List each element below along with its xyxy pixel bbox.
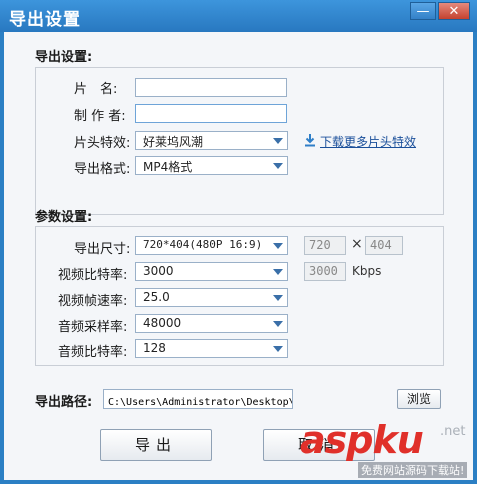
watermark-logo: aspku bbox=[300, 418, 424, 462]
samplerate-label: 音频采样率: bbox=[58, 320, 128, 335]
export-settings-window: 导出设置 — ✕ 导出设置: 片 名: 制 作 者: 片头特效: 好莱坞风潮 下… bbox=[0, 0, 477, 484]
samplerate-value: 48000 bbox=[143, 316, 182, 330]
chevron-down-icon bbox=[273, 295, 283, 301]
format-label: 导出格式: bbox=[74, 162, 131, 177]
video-bitrate-select[interactable]: 3000 bbox=[135, 262, 288, 281]
kbps-unit: Kbps bbox=[352, 264, 382, 278]
watermark-domain: .net bbox=[440, 424, 466, 439]
param-section-title: 参数设置: bbox=[35, 210, 93, 225]
format-value: MP4格式 bbox=[143, 160, 193, 174]
chevron-down-icon bbox=[273, 243, 283, 249]
audio-bitrate-value: 128 bbox=[143, 341, 166, 355]
chevron-down-icon bbox=[273, 346, 283, 352]
samplerate-select[interactable]: 48000 bbox=[135, 314, 288, 333]
framerate-select[interactable]: 25.0 bbox=[135, 288, 288, 307]
times-sign: × bbox=[351, 236, 363, 252]
size-select[interactable]: 720*404(480P 16:9) bbox=[135, 236, 288, 255]
title-bar[interactable]: 导出设置 — ✕ bbox=[0, 0, 477, 32]
piece-name-label: 片 名: bbox=[74, 82, 118, 97]
framerate-value: 25.0 bbox=[143, 290, 170, 304]
author-input[interactable] bbox=[135, 104, 287, 123]
video-bitrate-label: 视频比特率: bbox=[58, 268, 128, 283]
chevron-down-icon bbox=[273, 321, 283, 327]
export-section-title: 导出设置: bbox=[35, 50, 93, 65]
video-bitrate-value: 3000 bbox=[143, 264, 174, 278]
export-path-input[interactable]: C:\Users\Administrator\Desktop\爱剪辑-我的视 bbox=[103, 389, 293, 409]
piece-name-input[interactable] bbox=[135, 78, 287, 97]
export-path-label: 导出路径: bbox=[35, 395, 93, 410]
window-title: 导出设置 bbox=[9, 10, 81, 30]
minimize-button[interactable]: — bbox=[410, 2, 436, 20]
intro-effect-select[interactable]: 好莱坞风潮 bbox=[135, 131, 288, 150]
size-label: 导出尺寸: bbox=[74, 242, 131, 257]
chevron-down-icon bbox=[273, 269, 283, 275]
audio-bitrate-select[interactable]: 128 bbox=[135, 339, 288, 358]
intro-effect-label: 片头特效: bbox=[74, 136, 131, 151]
chevron-down-icon bbox=[273, 138, 283, 144]
height-input[interactable]: 404 bbox=[365, 236, 403, 255]
close-button[interactable]: ✕ bbox=[438, 2, 470, 20]
size-value: 720*404(480P 16:9) bbox=[143, 238, 263, 251]
download-icon[interactable] bbox=[304, 133, 316, 147]
width-input[interactable]: 720 bbox=[304, 236, 346, 255]
author-label: 制 作 者: bbox=[74, 109, 126, 124]
framerate-label: 视频帧速率: bbox=[58, 294, 128, 309]
dialog-body: 导出设置: 片 名: 制 作 者: 片头特效: 好莱坞风潮 下载更多片头特效 导… bbox=[4, 32, 473, 480]
chevron-down-icon bbox=[273, 163, 283, 169]
browse-button[interactable]: 浏览 bbox=[397, 389, 441, 409]
intro-effect-value: 好莱坞风潮 bbox=[143, 135, 204, 149]
format-select[interactable]: MP4格式 bbox=[135, 156, 288, 175]
video-bitrate-input[interactable]: 3000 bbox=[304, 262, 346, 281]
site-watermark: aspku .net 免费网站源码下载站! bbox=[300, 418, 470, 480]
watermark-tagline: 免费网站源码下载站! bbox=[358, 462, 468, 478]
audio-bitrate-label: 音频比特率: bbox=[58, 345, 128, 360]
export-button[interactable]: 导出 bbox=[100, 429, 212, 461]
download-more-effects-link[interactable]: 下载更多片头特效 bbox=[320, 133, 416, 150]
